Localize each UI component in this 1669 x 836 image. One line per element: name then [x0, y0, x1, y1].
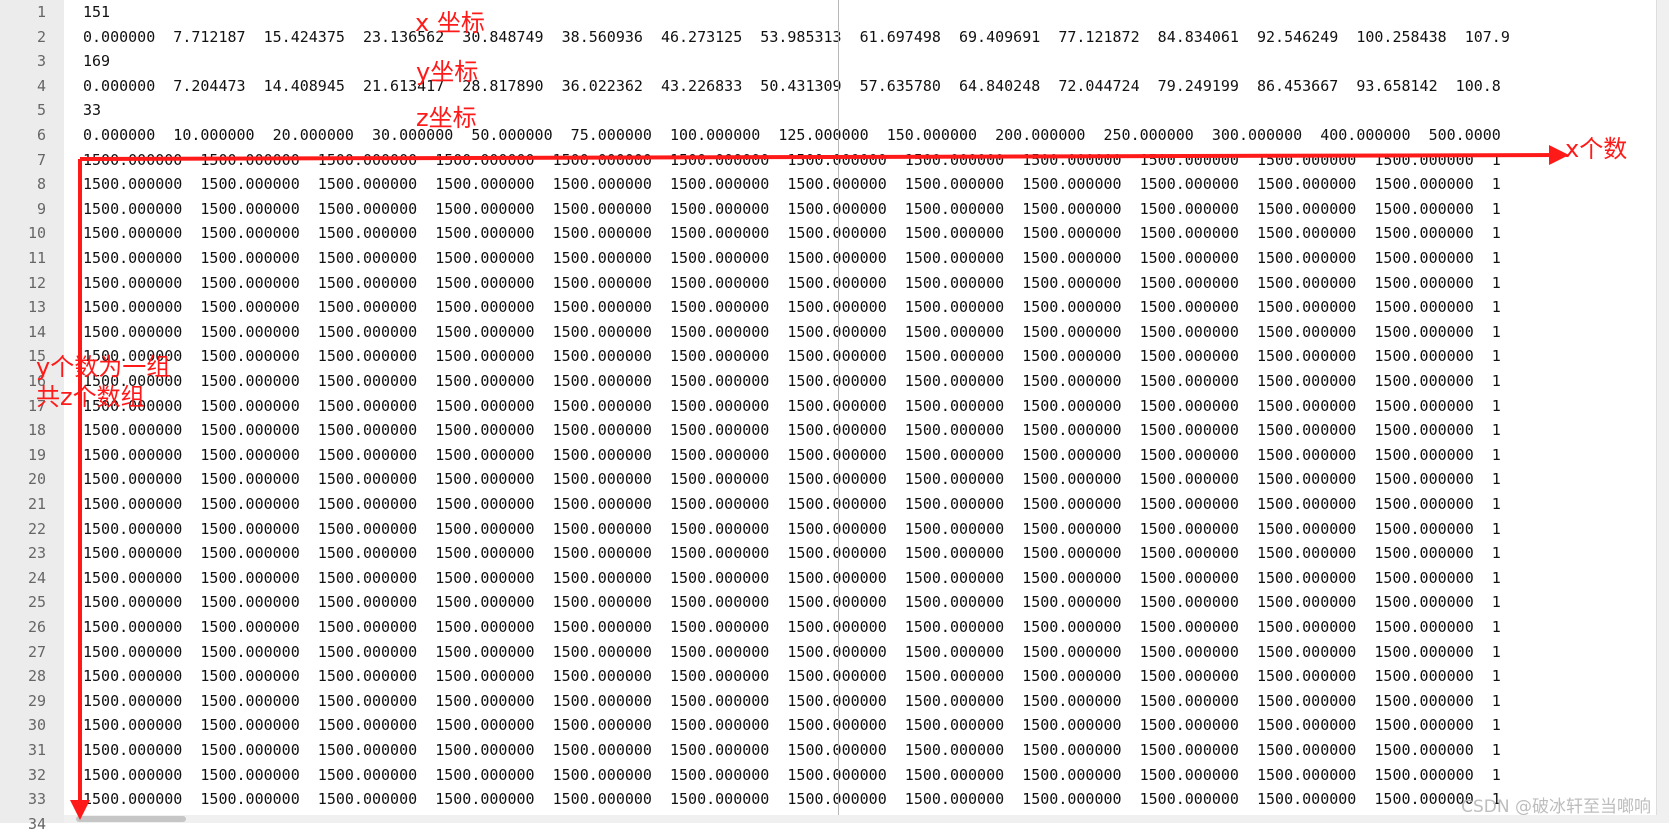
x-direction-arrow — [79, 145, 1569, 166]
y-group-label: y个数为一组 — [36, 353, 171, 381]
watermark: CSDN @破冰轩至当啷响 — [1461, 797, 1651, 817]
z-coordinate-label: z坐标 — [416, 104, 477, 132]
y-coordinate-label: y坐标 — [416, 58, 479, 86]
x-count-label: x个数 — [1565, 135, 1628, 163]
x-coordinate-label: x 坐标 — [415, 9, 485, 37]
annotation-arrows — [70, 145, 1569, 820]
z-array-count-label: 共z个数组 — [36, 383, 145, 411]
